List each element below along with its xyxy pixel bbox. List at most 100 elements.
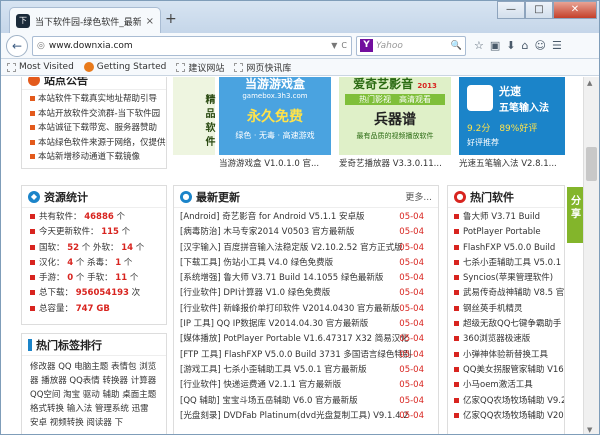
search-placeholder[interactable]: Yahoo bbox=[376, 41, 448, 51]
list-item[interactable]: [Android] 奇艺影音 for Android V5.1.1 安卓版 05-… bbox=[180, 210, 432, 225]
tags-header: 热门标签排行 bbox=[22, 334, 166, 356]
tab-close-icon[interactable]: × bbox=[146, 16, 154, 27]
list-item[interactable]: [下载工具] 伤站小工具 V4.0 绿色免费版 05-04 bbox=[180, 256, 432, 271]
bullet-icon bbox=[30, 96, 35, 101]
globe-icon: ◎ bbox=[37, 40, 45, 51]
tags-marker-icon bbox=[28, 338, 32, 351]
new-tab-button[interactable]: + bbox=[165, 11, 177, 27]
page-content: 站点公告 本站软件下载真实地址帮助引导 本站开放软件交流群-当下软件园 本站诚征… bbox=[1, 77, 585, 434]
url-text[interactable]: www.downxia.com bbox=[49, 41, 327, 51]
active-tab[interactable]: 下 当下软件园-绿色软件_最新绿... × bbox=[9, 7, 161, 34]
list-item[interactable]: [病毒防治] 木马专家2014 V0503 官方最新版 05-04 bbox=[180, 225, 432, 240]
downloads-icon[interactable]: ⬇ bbox=[506, 39, 515, 52]
bookmark-getting-started[interactable]: Getting Started bbox=[83, 62, 166, 72]
bookmarks-bar: Most Visited Getting Started 建议网站 网页快讯库 bbox=[1, 59, 599, 76]
reload-icon[interactable]: C bbox=[341, 41, 347, 50]
featured-caption[interactable]: 光速五笔输入法 V2.8.1... bbox=[459, 157, 565, 169]
social-icon[interactable]: ☺ bbox=[534, 39, 545, 52]
bookmark-suggested-sites[interactable]: 建议网站 bbox=[176, 61, 224, 74]
list-item[interactable]: [汉字输入] 百度拼音输入法稳定版 V2.10.2.52 官方正式版 05-04 bbox=[180, 241, 432, 256]
list-item[interactable]: FlashFXP V5.0.0 Build bbox=[454, 241, 558, 256]
notice-header: 站点公告 bbox=[22, 77, 166, 90]
list-item[interactable]: 小弹神体验新替换工具 bbox=[454, 348, 558, 363]
maximize-button[interactable]: □ bbox=[525, 1, 553, 19]
bookmark-web-slices[interactable]: 网页快讯库 bbox=[234, 61, 291, 74]
featured-image-iqiyi[interactable]: 爱奇艺影音 2013 热门影视 高清观看 兵器谱 最有品质的视频播放软件 bbox=[339, 77, 451, 155]
notice-item[interactable]: 本站软件下载真实地址帮助引导 bbox=[30, 92, 158, 107]
list-item[interactable]: [行业软件] 快递运费通 V2.1.1 官方最新版 05-04 bbox=[180, 378, 432, 393]
app-logo-icon bbox=[467, 85, 493, 111]
featured-card[interactable]: 当游游戏盒 gamebox.3h3.com 永久免费 绿色 · 无毒 · 高速游… bbox=[219, 77, 331, 171]
scroll-down-icon[interactable]: ▼ bbox=[587, 426, 592, 434]
notice-item[interactable]: 本站绿色软件来源于网络，仅提供 bbox=[30, 136, 166, 151]
bookmarks-list-icon[interactable]: ▣ bbox=[490, 39, 500, 52]
tab-title: 当下软件园-绿色软件_最新绿... bbox=[35, 17, 141, 28]
stat-row: 手游： 0 个 手软： 11 个 bbox=[30, 271, 158, 286]
list-item[interactable]: 七杀小歪辅助工具 V5.0.1 bbox=[454, 256, 561, 271]
featured-card[interactable]: 光速 五笔输入法 9.2分 89%好评 好评推荐 光速五笔输入法 V2.8.1.… bbox=[459, 77, 565, 171]
featured-image-ime[interactable]: 光速 五笔输入法 9.2分 89%好评 好评推荐 bbox=[459, 77, 565, 155]
latest-panel: ● 最新更新 更多... [Android] 奇艺影音 for Android … bbox=[173, 185, 439, 434]
list-item[interactable]: 小马oem激活工具 bbox=[454, 378, 558, 393]
close-window-button[interactable]: ✕ bbox=[553, 1, 597, 19]
notice-item[interactable]: 本站新增移动通道下载镜像 bbox=[30, 150, 158, 165]
list-item[interactable]: [游戏工具] 七杀小歪辅助工具 V5.0.1 官方最新版 05-04 bbox=[180, 363, 432, 378]
url-bar[interactable]: ◎ www.downxia.com ▼ C bbox=[32, 35, 352, 56]
scroll-up-icon[interactable]: ▲ bbox=[587, 79, 592, 87]
search-box[interactable]: Y Yahoo 🔍 bbox=[356, 35, 466, 56]
notice-item[interactable]: 本站诚征下载带宽、服务器赞助 bbox=[30, 121, 158, 136]
list-item[interactable]: [光盘刻录] DVDFab Platinum(dvd光盘复制工具) V9.1.4… bbox=[180, 409, 432, 424]
featured-strip: 精品软件 当游游戏盒 gamebox.3h3.com 永久免费 绿色 · 无毒 … bbox=[173, 77, 565, 171]
featured-card[interactable]: 爱奇艺影音 2013 热门影视 高清观看 兵器谱 最有品质的视频播放软件 爱奇艺… bbox=[339, 77, 451, 171]
stat-row: 总下载： 956054193 次 bbox=[30, 286, 158, 301]
notice-item[interactable]: 本站开放软件交流群-当下软件园 bbox=[30, 107, 160, 122]
stat-row: 汉化： 4 个 杀毒： 1 个 bbox=[30, 256, 158, 271]
latest-title: 最新更新 bbox=[196, 190, 240, 204]
stat-row: 国软： 52 个 外软： 14 个 bbox=[30, 241, 158, 256]
vertical-scrollbar[interactable]: ▲ ▼ bbox=[583, 77, 599, 434]
page-icon bbox=[176, 62, 186, 72]
search-icon[interactable]: 🔍 bbox=[451, 41, 462, 51]
list-item[interactable]: PotPlayer Portable bbox=[454, 225, 558, 240]
list-item[interactable]: [媒体播放] PotPlayer Portable V1.6.47317 X32… bbox=[180, 332, 432, 347]
list-item[interactable]: [QQ 辅助] 宝宝斗场五岳辅助 V6.0 官方最新版 05-04 bbox=[180, 394, 432, 409]
home-icon[interactable]: ⌂ bbox=[522, 39, 529, 52]
minimize-button[interactable]: — bbox=[497, 1, 525, 19]
title-bar: 下 当下软件园-绿色软件_最新绿... × + — □ ✕ bbox=[1, 1, 599, 34]
hot-title: 热门软件 bbox=[470, 190, 514, 204]
list-item[interactable]: 钢丝英手机精灵 bbox=[454, 302, 558, 317]
list-item[interactable]: 亿家QQ农场牧场辅助 V2014 bbox=[454, 409, 564, 424]
bookmark-most-visited[interactable]: Most Visited bbox=[7, 62, 74, 72]
back-button[interactable]: ← bbox=[6, 34, 28, 57]
stat-row: 总容量： 747 GB bbox=[30, 302, 158, 317]
list-item[interactable]: 鲁大师 V3.71 Build bbox=[454, 210, 558, 225]
list-item[interactable]: [行业软件] 新峰报价单打印软件 V2014.0430 官方最新版 05-04 bbox=[180, 302, 432, 317]
yahoo-engine-icon[interactable]: Y bbox=[360, 39, 373, 52]
tags-cloud[interactable]: 修改器 QQ 电脑主题 表情包 浏览器 播放器 QQ表情 转换器 计算器 QQ空… bbox=[22, 356, 166, 434]
more-link[interactable]: 更多... bbox=[405, 190, 432, 203]
list-item[interactable]: 360浏览器极速版 bbox=[454, 332, 558, 347]
list-item[interactable]: [IP 工具] QQ IP数据库 V2014.04.30 官方最新版 05-04 bbox=[180, 317, 432, 332]
hot-header: ● 热门软件 bbox=[448, 186, 564, 208]
stat-row: 共有软件： 46886 个 bbox=[30, 210, 158, 225]
list-item[interactable]: 超级无敌QQ七键争霸助手 bbox=[454, 317, 561, 332]
list-item[interactable]: 亿家QQ农场牧场辅助 V9.2 bbox=[454, 394, 564, 409]
latest-icon: ● bbox=[180, 190, 192, 203]
page-icon bbox=[234, 62, 244, 72]
featured-image-game-box[interactable]: 当游游戏盒 gamebox.3h3.com 永久免费 绿色 · 无毒 · 高速游… bbox=[219, 77, 331, 155]
url-dropdown-icon[interactable]: ▼ bbox=[331, 41, 337, 50]
stat-row: 今天更新软件： 115 个 bbox=[30, 225, 158, 240]
list-item[interactable]: Syncios(苹果管理软件) bbox=[454, 271, 558, 286]
stats-title: 资源统计 bbox=[44, 190, 88, 204]
featured-caption[interactable]: 爱奇艺播放器 V3.3.0.11... bbox=[339, 157, 451, 169]
featured-caption[interactable]: 当游游戏盒 V1.0.1.0 官... bbox=[219, 157, 331, 169]
list-item[interactable]: [系统增强] 鲁大师 V3.71 Build 14.1055 绿色最新版 05-0… bbox=[180, 271, 432, 286]
scrollbar-thumb[interactable] bbox=[586, 147, 597, 181]
list-item[interactable]: [行业软件] DPI计算器 V1.0 绿色免费版 05-04 bbox=[180, 286, 432, 301]
hot-panel: ● 热门软件 鲁大师 V3.71 Build PotPlayer Portabl… bbox=[447, 185, 565, 434]
bookmark-star-icon[interactable]: ☆ bbox=[474, 39, 484, 52]
menu-icon[interactable]: ☰ bbox=[552, 39, 562, 52]
list-item[interactable]: QQ美女拐服管家辅助 V16.2 bbox=[454, 363, 564, 378]
list-item[interactable]: 武易传奇战神辅助 V8.5 官 bbox=[454, 286, 564, 301]
list-item[interactable]: [FTP 工具] FlashFXP V5.0.0 Build 3731 多国语言… bbox=[180, 348, 432, 363]
